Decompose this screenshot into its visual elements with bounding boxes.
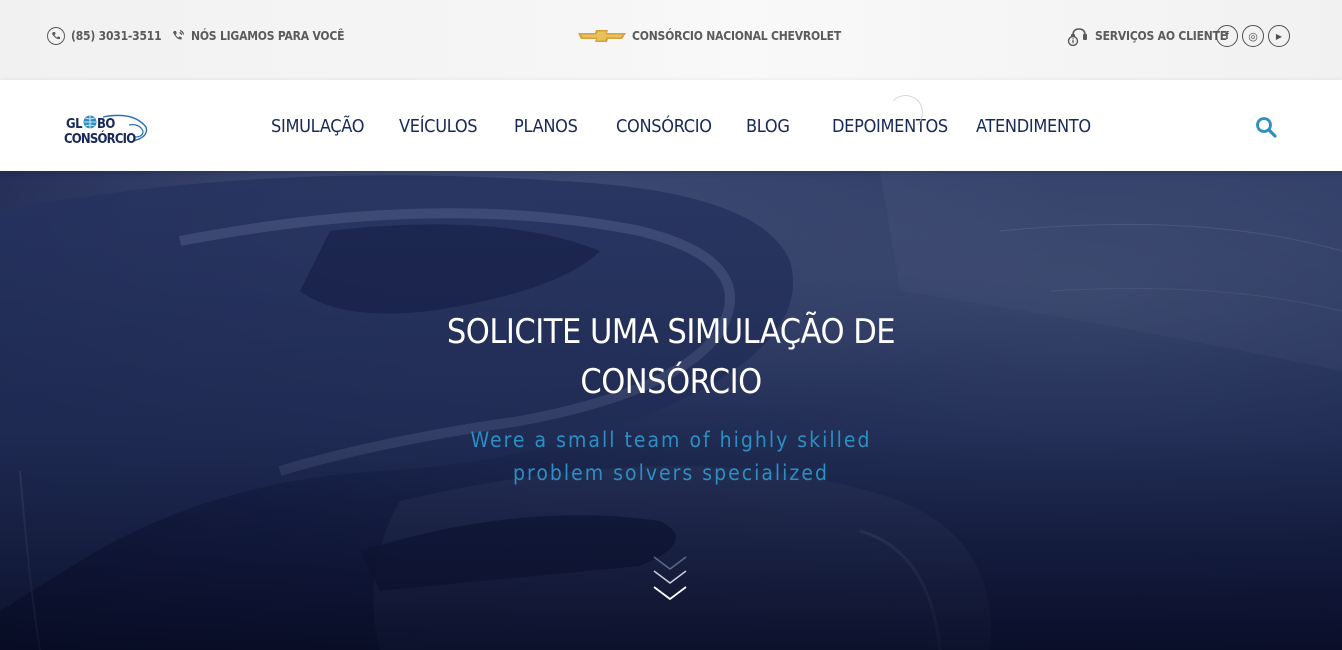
customer-services-link[interactable]: SERVIÇOS AO CLIENTE [1067, 26, 1227, 46]
hero-title-line-2: CONSÓRCIO [580, 362, 762, 402]
nav-item-planos[interactable]: PLANOS [514, 116, 616, 137]
nav-item-atendimento[interactable]: ATENDIMENTO [976, 116, 1091, 137]
brand-label: CONSÓRCIO NACIONAL CHEVROLET [632, 29, 841, 43]
hero-banner: SOLICITE UMA SIMULAÇÃO DE CONSÓRCIO Were… [0, 171, 1342, 650]
nav-item-blog[interactable]: BLOG [746, 116, 832, 137]
logo-graphic: GL BO CONSÓRCIO [64, 114, 148, 147]
social-links: f ◎ ▶ [1216, 25, 1290, 47]
youtube-icon[interactable]: ▶ [1268, 25, 1290, 47]
brand-link[interactable]: CONSÓRCIO NACIONAL CHEVROLET [578, 26, 841, 46]
logo-text-globo-end: BO [97, 117, 115, 132]
phone-link[interactable]: (85) 3031-3511 [47, 26, 162, 46]
logo-text-consorcio: CONSÓRCIO [64, 131, 136, 147]
chevrons-down-icon [653, 556, 687, 601]
top-utility-bar: (85) 3031-3511 NÓS LIGAMOS PARA VOCÊ CON… [0, 0, 1342, 80]
facebook-icon[interactable]: f [1216, 25, 1238, 47]
instagram-icon[interactable]: ◎ [1242, 25, 1264, 47]
loading-spinner [888, 95, 923, 130]
nav-item-veiculos[interactable]: VEÍCULOS [399, 116, 514, 137]
nav-item-consorcio[interactable]: CONSÓRCIO [616, 116, 746, 137]
phone-icon [47, 27, 65, 45]
hero-title-line-1: SOLICITE UMA SIMULAÇÃO DE [446, 312, 896, 352]
hero-subtitle-line-1: Were a small team of highly skilled [470, 428, 872, 452]
support-icon [1067, 28, 1087, 46]
search-button[interactable] [1255, 116, 1277, 138]
scroll-down-button[interactable] [652, 555, 688, 607]
customer-services-label: SERVIÇOS AO CLIENTE [1095, 29, 1227, 43]
hero-subtitle: Were a small team of highly skilled prob… [371, 424, 971, 490]
phone-ringing-icon [173, 29, 185, 40]
search-icon [1256, 117, 1277, 138]
globo-consorcio-logo[interactable]: GL BO CONSÓRCIO [63, 113, 149, 147]
callback-label: NÓS LIGAMOS PARA VOCÊ [191, 29, 345, 43]
logo-text-globo: GL [66, 117, 83, 132]
primary-nav: SIMULAÇÃO VEÍCULOS PLANOS CONSÓRCIO BLOG… [271, 116, 1091, 137]
chevrolet-bowtie-icon [578, 30, 626, 42]
hero-title: SOLICITE UMA SIMULAÇÃO DE CONSÓRCIO [371, 307, 971, 407]
callback-link[interactable]: NÓS LIGAMOS PARA VOCÊ [172, 26, 345, 46]
phone-number: (85) 3031-3511 [71, 29, 162, 43]
nav-item-simulacao[interactable]: SIMULAÇÃO [271, 116, 399, 137]
hero-subtitle-line-2: problem solvers specialized [513, 461, 829, 485]
